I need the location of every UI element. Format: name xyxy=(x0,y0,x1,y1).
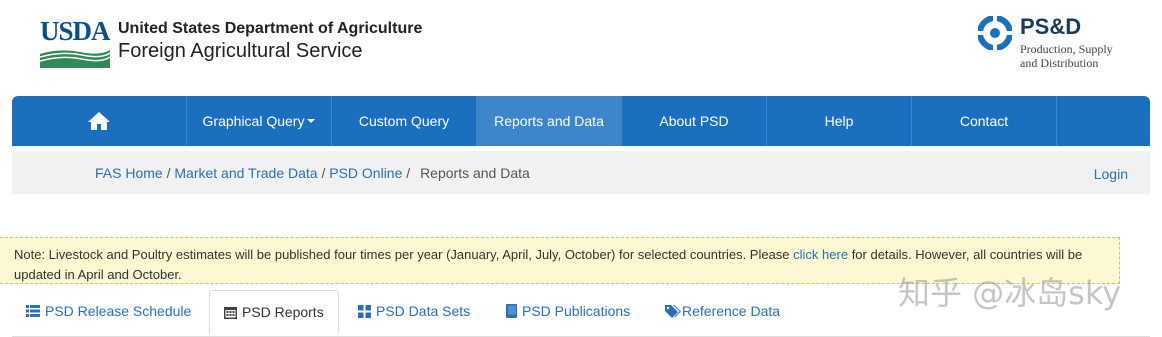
nav-help-label: Help xyxy=(824,113,854,129)
tab-psd-data-sets[interactable]: PSD Data Sets xyxy=(358,290,470,332)
book-icon xyxy=(506,304,517,318)
main-nav: Graphical Query Custom Query Reports and… xyxy=(12,96,1150,146)
nav-custom-query-label: Custom Query xyxy=(358,113,450,129)
tab-psd-publications[interactable]: PSD Publications xyxy=(506,290,630,332)
home-icon xyxy=(88,112,110,130)
agency-line2: Foreign Agricultural Service xyxy=(118,40,363,62)
breadcrumb-separator: / xyxy=(406,165,411,181)
tab-reference-data-label: Reference Data xyxy=(682,303,781,319)
usda-logo[interactable]: USDA xyxy=(40,16,111,68)
nav-reports-and-data[interactable]: Reports and Data xyxy=(477,96,622,146)
caret-down-icon xyxy=(307,119,316,123)
tab-reference-data[interactable]: Reference Data xyxy=(665,290,780,332)
nav-custom-query[interactable]: Custom Query xyxy=(332,96,477,146)
nav-about-psd[interactable]: About PSD xyxy=(622,96,767,146)
tab-psd-reports-label: PSD Reports xyxy=(242,304,324,320)
usda-wordmark: USDA xyxy=(40,16,111,46)
psd-subtitle-line1: Production, Supply xyxy=(1020,42,1113,56)
grid-icon xyxy=(358,304,371,318)
tab-psd-reports[interactable]: PSD Reports xyxy=(209,290,339,334)
nav-contact-label: Contact xyxy=(959,113,1009,129)
agency-name: United States Department of Agriculture … xyxy=(118,20,422,63)
nav-contact[interactable]: Contact xyxy=(912,96,1057,146)
nav-home[interactable] xyxy=(12,96,187,146)
tab-psd-release-schedule-label: PSD Release Schedule xyxy=(45,303,192,319)
tab-psd-data-sets-label: PSD Data Sets xyxy=(376,303,471,319)
breadcrumb: FAS Home / Market and Trade Data / PSD O… xyxy=(95,165,530,181)
notice-click-here-link[interactable]: click here xyxy=(793,247,848,262)
list-icon xyxy=(26,305,40,317)
agency-line1: United States Department of Agriculture xyxy=(118,20,423,37)
tab-psd-release-schedule[interactable]: PSD Release Schedule xyxy=(26,290,191,332)
breadcrumb-fas-home[interactable]: FAS Home xyxy=(95,165,163,181)
calendar-icon xyxy=(224,306,237,319)
watermark: 知乎 @冰岛sky xyxy=(898,274,1122,312)
nav-graphical-query[interactable]: Graphical Query xyxy=(187,96,332,146)
nav-graphical-query-label: Graphical Query xyxy=(202,113,305,129)
breadcrumb-psd-online[interactable]: PSD Online xyxy=(329,165,402,181)
notice-text-before: Note: Livestock and Poultry estimates wi… xyxy=(14,247,794,262)
breadcrumb-current: Reports and Data xyxy=(420,165,530,181)
tab-psd-publications-label: PSD Publications xyxy=(522,303,631,319)
breadcrumb-market-and-trade-data[interactable]: Market and Trade Data xyxy=(174,165,317,181)
usda-wave-icon xyxy=(40,50,110,68)
nav-reports-and-data-label: Reports and Data xyxy=(494,113,604,129)
psd-logo[interactable]: PS&D Production, Supply and Distribution xyxy=(978,14,1148,72)
breadcrumb-bar: FAS Home / Market and Trade Data / PSD O… xyxy=(12,151,1150,194)
nav-about-psd-label: About PSD xyxy=(659,113,729,129)
nav-help[interactable]: Help xyxy=(767,96,912,146)
psd-subtitle: Production, Supply and Distribution xyxy=(1020,42,1113,70)
psd-emblem-icon xyxy=(978,16,1012,50)
tags-icon xyxy=(665,304,681,318)
login-link[interactable]: Login xyxy=(1094,166,1128,182)
psd-subtitle-line2: and Distribution xyxy=(1020,56,1099,70)
psd-title: PS&D xyxy=(1020,14,1082,39)
